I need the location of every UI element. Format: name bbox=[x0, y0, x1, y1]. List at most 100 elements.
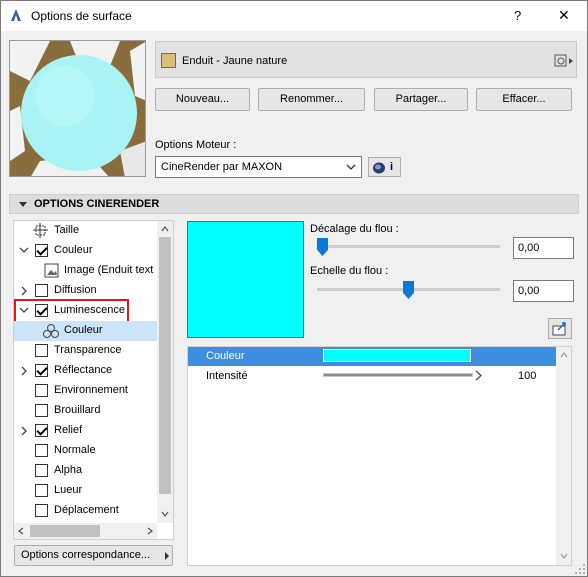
tree-item-image[interactable]: Image (Enduit text bbox=[14, 261, 157, 281]
tree-label: Image (Enduit text bbox=[64, 264, 154, 276]
glow-checkbox[interactable] bbox=[35, 484, 48, 497]
tree-label: Diffusion bbox=[54, 284, 97, 296]
blur-offset-thumb[interactable] bbox=[317, 238, 328, 256]
tree-item-normal[interactable]: Normale bbox=[14, 441, 157, 461]
window-title: Options de surface bbox=[31, 9, 132, 23]
blur-scale-input[interactable]: 0,00 bbox=[513, 280, 574, 302]
tree-label: Déplacement bbox=[54, 504, 119, 516]
tree-item-diffusion[interactable]: Diffusion bbox=[14, 281, 157, 301]
engine-select[interactable]: CineRender par MAXON bbox=[155, 156, 362, 178]
size-icon bbox=[33, 223, 48, 238]
collapse-triangle-icon bbox=[19, 202, 27, 207]
tree-vscrollbar[interactable] bbox=[157, 221, 173, 523]
tree-item-luminescence[interactable]: Luminescence bbox=[14, 301, 157, 321]
chevron-right-icon bbox=[165, 552, 169, 560]
title-bar: Options de surface ? ✕ bbox=[0, 0, 588, 31]
tree-item-reflectance[interactable]: Réflectance bbox=[14, 361, 157, 381]
section-header[interactable]: OPTIONS CINERENDER bbox=[9, 194, 579, 214]
blur-offset-slider[interactable] bbox=[317, 245, 500, 248]
chevron-down-icon[interactable] bbox=[19, 307, 29, 314]
property-color-label: Couleur bbox=[206, 350, 245, 362]
diffusion-checkbox[interactable] bbox=[35, 284, 48, 297]
chevron-right-icon[interactable] bbox=[21, 366, 28, 376]
library-menu-icon[interactable] bbox=[554, 54, 574, 68]
fog-checkbox[interactable] bbox=[35, 404, 48, 417]
blur-offset-input[interactable]: 0,00 bbox=[513, 237, 574, 259]
tree-item-transparency[interactable]: Transparence bbox=[14, 341, 157, 361]
section-title: OPTIONS CINERENDER bbox=[34, 198, 160, 210]
tree-item-displacement[interactable]: Déplacement bbox=[14, 501, 157, 521]
chevron-right-icon[interactable] bbox=[21, 426, 28, 436]
info-icon: i bbox=[390, 161, 394, 173]
resize-grip-icon[interactable] bbox=[574, 563, 586, 575]
tree-item-size[interactable]: Taille bbox=[14, 221, 157, 241]
engine-selected: CineRender par MAXON bbox=[161, 161, 283, 173]
color-checkbox[interactable] bbox=[35, 244, 48, 257]
tree-label: Lueur bbox=[54, 484, 83, 496]
cinerender-icon bbox=[373, 162, 385, 174]
color-channel-icon bbox=[43, 324, 59, 338]
blur-scale-thumb[interactable] bbox=[403, 281, 414, 299]
match-options-button[interactable]: Options correspondance... bbox=[14, 545, 173, 566]
tree-item-glow[interactable]: Lueur bbox=[14, 481, 157, 501]
property-intensity-value: 100 bbox=[518, 370, 537, 382]
property-row-intensity[interactable]: Intensité 100 bbox=[188, 366, 556, 386]
color-preview-fill bbox=[188, 222, 303, 337]
tree-label: Taille bbox=[54, 224, 80, 236]
transparency-checkbox[interactable] bbox=[35, 344, 48, 357]
tree-item-fog[interactable]: Brouillard bbox=[14, 401, 157, 421]
tree-label: Alpha bbox=[54, 464, 83, 476]
property-intensity-label: Intensité bbox=[206, 370, 248, 382]
rename-button[interactable]: Renommer... bbox=[258, 88, 365, 111]
tree-item-color[interactable]: Couleur bbox=[14, 241, 157, 261]
archicad-logo-icon bbox=[11, 9, 21, 21]
chevron-down-icon bbox=[346, 164, 356, 170]
property-row-color[interactable]: Couleur bbox=[188, 347, 556, 366]
tree-label: Réflectance bbox=[54, 364, 113, 376]
export-button[interactable] bbox=[548, 318, 572, 339]
scroll-right-icon[interactable] bbox=[147, 527, 153, 535]
intensity-fill bbox=[324, 374, 472, 376]
chevron-right-icon[interactable] bbox=[21, 286, 28, 296]
property-color-swatch[interactable] bbox=[323, 349, 471, 362]
surface-swatch bbox=[161, 53, 176, 68]
intensity-slider[interactable] bbox=[323, 373, 473, 377]
scroll-up-icon[interactable] bbox=[560, 352, 568, 358]
engine-info-button[interactable]: i bbox=[368, 157, 401, 177]
new-button[interactable]: Nouveau... bbox=[155, 88, 250, 111]
reflectance-checkbox[interactable] bbox=[35, 364, 48, 377]
scroll-left-icon[interactable] bbox=[18, 527, 24, 535]
tree-label: Couleur bbox=[64, 324, 103, 336]
delete-button[interactable]: Effacer... bbox=[476, 88, 572, 111]
scroll-down-icon[interactable] bbox=[560, 553, 568, 559]
relief-checkbox[interactable] bbox=[35, 424, 48, 437]
environment-checkbox[interactable] bbox=[35, 384, 48, 397]
tree-label: Transparence bbox=[54, 344, 122, 356]
property-vscrollbar[interactable] bbox=[556, 347, 571, 565]
export-icon bbox=[552, 322, 566, 336]
color-preview bbox=[187, 221, 304, 338]
scroll-up-icon[interactable] bbox=[161, 226, 169, 232]
normal-checkbox[interactable] bbox=[35, 444, 48, 457]
engine-label: Options Moteur : bbox=[155, 139, 237, 151]
luminescence-checkbox[interactable] bbox=[35, 304, 48, 317]
tree-label: Normale bbox=[54, 444, 96, 456]
surface-name-field[interactable]: Enduit - Jaune nature bbox=[155, 41, 577, 78]
tree-hscroll-thumb[interactable] bbox=[30, 525, 100, 537]
tree-item-environment[interactable]: Environnement bbox=[14, 381, 157, 401]
displacement-checkbox[interactable] bbox=[35, 504, 48, 517]
alpha-checkbox[interactable] bbox=[35, 464, 48, 477]
blur-scale-label: Echelle du flou : bbox=[310, 265, 389, 277]
tree-item-alpha[interactable]: Alpha bbox=[14, 461, 157, 481]
tree-hscrollbar[interactable] bbox=[14, 523, 157, 539]
help-button[interactable]: ? bbox=[514, 8, 521, 23]
intensity-thumb-icon[interactable] bbox=[475, 370, 483, 381]
tree-item-luminescence-color[interactable]: Couleur bbox=[14, 321, 157, 341]
scroll-down-icon[interactable] bbox=[161, 511, 169, 517]
close-button[interactable]: ✕ bbox=[558, 7, 570, 24]
chevron-down-icon[interactable] bbox=[19, 247, 29, 254]
share-button[interactable]: Partager... bbox=[374, 88, 468, 111]
tree-vscroll-thumb[interactable] bbox=[159, 237, 171, 494]
tree-item-relief[interactable]: Relief bbox=[14, 421, 157, 441]
tree-label: Relief bbox=[54, 424, 83, 436]
